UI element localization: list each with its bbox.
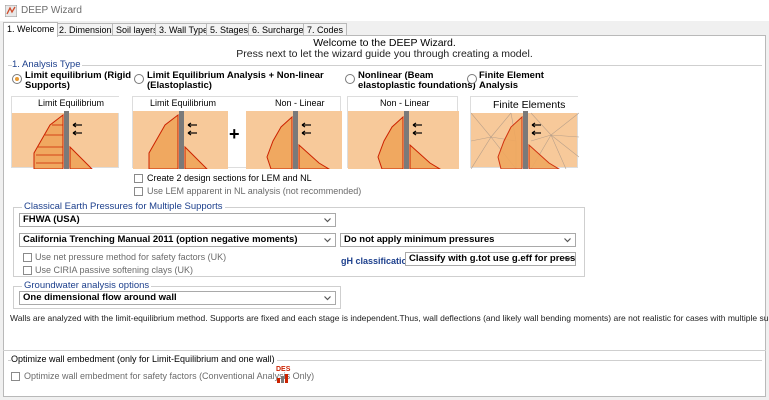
- label-nonlinear: Nonlinear (Beam elastoplastic foundations…: [358, 70, 476, 91]
- checkbox-optimize-embedment[interactable]: [11, 372, 20, 381]
- caption-le-nonlinear-left: Limit Equilibrium: [150, 98, 217, 108]
- radio-limit-equilibrium[interactable]: [12, 74, 22, 84]
- title-bar: DEEP Wizard: [0, 0, 769, 21]
- caption-nonlinear: Non - Linear: [380, 98, 430, 108]
- chevron-down-icon: [564, 238, 571, 243]
- checkbox-lem-apparent[interactable]: [134, 187, 143, 196]
- minimum-pressure-select[interactable]: Do not apply minimum pressures: [340, 233, 576, 247]
- gh-classification-select[interactable]: Classify with g.tot use g.eff for pressu: [405, 252, 576, 266]
- label-optimize-embedment: Optimize wall embedment for safety facto…: [24, 371, 315, 381]
- gh-classification-label: gH classification: [341, 256, 413, 266]
- radio-nonlinear[interactable]: [345, 74, 355, 84]
- chevron-down-icon: [324, 238, 331, 243]
- analysis-type-title: 1. Analysis Type: [12, 59, 83, 70]
- chevron-down-icon: [324, 218, 331, 223]
- checkbox-ciria-passive[interactable]: [23, 266, 32, 275]
- groundwater-title: Groundwater analysis options: [22, 280, 152, 291]
- label-net-pressure: Use net pressure method for safety facto…: [35, 252, 227, 262]
- label-two-design-sections: Create 2 design sections for LEM and NL: [147, 173, 312, 183]
- analysis-description: Walls are analyzed with the limit-equili…: [10, 313, 769, 323]
- trenching-manual-select[interactable]: California Trenching Manual 2011 (option…: [19, 233, 336, 247]
- checkbox-two-design-sections[interactable]: [134, 174, 143, 183]
- label-le-nonlinear: Limit Equilibrium Analysis + Non-linear(…: [147, 70, 324, 91]
- caption-finite-element: Finite Elements: [493, 99, 566, 111]
- des-logo: DES: [276, 366, 294, 384]
- chevron-down-icon: [324, 296, 331, 301]
- label-limit-equilibrium: Limit equilibrium (Rigid Supports): [25, 70, 132, 91]
- groundwater-flow-select[interactable]: One dimensional flow around wall: [19, 291, 336, 305]
- welcome-line-2: Press next to let the wizard guide you t…: [236, 48, 533, 60]
- classical-pressures-title: Classical Earth Pressures for Multiple S…: [22, 201, 225, 212]
- separator: [3, 350, 766, 351]
- app-icon: [5, 5, 17, 17]
- label-finite-element: Finite Element Analysis: [479, 70, 544, 91]
- optimize-title: Optimize wall embedment (only for Limit-…: [11, 354, 277, 364]
- plus-sign: +: [229, 124, 240, 144]
- radio-finite-element[interactable]: [467, 74, 477, 84]
- label-ciria-passive: Use CIRIA passive softening clays (UK): [35, 265, 194, 275]
- radio-le-nonlinear[interactable]: [134, 74, 144, 84]
- checkbox-net-pressure[interactable]: [23, 253, 32, 262]
- des-logo-icon: [277, 374, 288, 383]
- chevron-down-icon: [564, 257, 571, 262]
- pressure-method-select[interactable]: FHWA (USA): [19, 213, 336, 227]
- caption-le-nonlinear-right: Non - Linear: [275, 98, 325, 108]
- welcome-message: Welcome to the DEEP Wizard. Press next t…: [3, 38, 766, 60]
- label-lem-apparent: Use LEM apparent in NL analysis (not rec…: [147, 186, 362, 196]
- caption-limit-equilibrium: Limit Equilibrium: [38, 98, 105, 108]
- tab-welcome[interactable]: 1. Welcome: [3, 22, 59, 37]
- window-title: DEEP Wizard: [21, 5, 82, 16]
